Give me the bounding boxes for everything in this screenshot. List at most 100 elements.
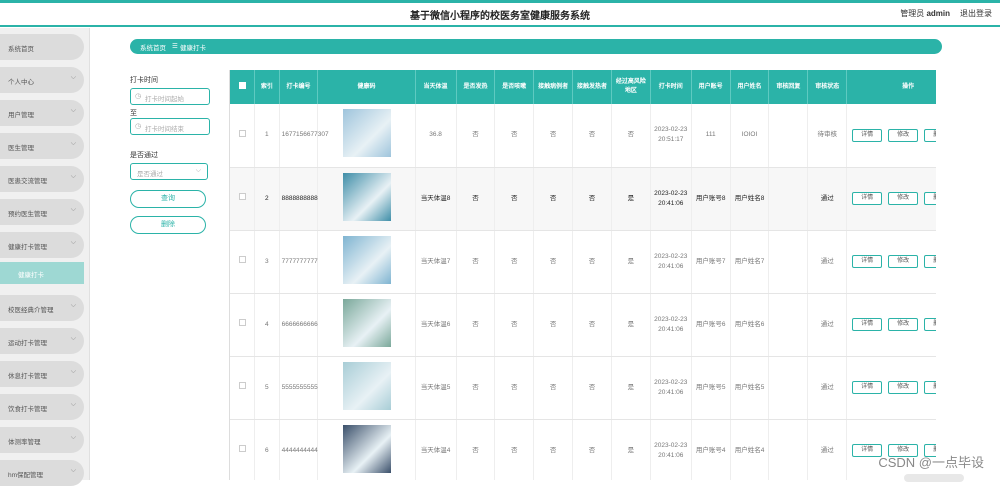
start-time-placeholder: 打卡时间起始 xyxy=(145,96,184,103)
sidebar-item-label: 系统首页 xyxy=(8,46,34,53)
table-cell-reply xyxy=(768,104,809,168)
health-code-image[interactable] xyxy=(342,235,391,284)
table-cell-temp: 当天体温4 xyxy=(415,419,457,480)
edit-button[interactable]: 修改 xyxy=(888,128,919,142)
health-code-image[interactable] xyxy=(342,172,391,221)
table-header-cell: 审核回复 xyxy=(768,70,809,104)
row-checkbox[interactable] xyxy=(230,230,256,294)
row-checkbox[interactable] xyxy=(230,419,256,480)
health-code-cell xyxy=(317,356,416,420)
row-checkbox[interactable] xyxy=(230,293,256,357)
delete-row-button[interactable]: 删除 xyxy=(924,128,936,142)
chevron-down-icon: ⌵ xyxy=(70,368,76,375)
sidebar-item[interactable]: 医患交流管理 ⌵ xyxy=(0,166,84,192)
health-code-image[interactable] xyxy=(342,361,391,410)
table-header-cell: 接触病例者 xyxy=(533,70,574,104)
breadcrumb: 系统首页 ☰ 健康打卡 xyxy=(130,39,942,54)
edit-button[interactable]: 修改 xyxy=(888,318,919,331)
table-header-row: 索引 打卡编号 健康码 当天体温 是否发热 是否咳嗽 接触病例者 接触发热者 经过高风险地区 打卡… xyxy=(230,70,936,104)
logout-link[interactable]: 退出登录 xyxy=(960,8,992,19)
sidebar-item[interactable]: 饮食打卡管理 ⌵ xyxy=(0,394,84,420)
pass-select[interactable]: 是否通过 ⌵ xyxy=(130,163,208,180)
detail-button[interactable]: 详情 xyxy=(852,255,883,268)
table-header-cell: 经过高风险地区 xyxy=(611,70,651,104)
detail-button[interactable]: 详情 xyxy=(852,128,883,142)
sidebar-item[interactable]: hm保配管理 ⌵ xyxy=(0,460,84,486)
row-checkbox[interactable] xyxy=(230,104,256,168)
health-code-image[interactable] xyxy=(342,109,391,158)
table-cell-contact-case: 否 xyxy=(533,104,574,168)
sidebar: 系统首页 个人中心 ⌵ 用户管理 ⌵ 医生管理 ⌵ 医患交流管理 ⌵ 预约医生管理 ⌵ 健康打卡管理 ⌵… xyxy=(0,28,90,486)
sidebar-subitem-label: 健康打卡 xyxy=(18,272,44,279)
sidebar-item[interactable]: 体测率管理 ⌵ xyxy=(0,427,84,453)
chevron-down-icon: ⌵ xyxy=(70,239,76,246)
end-time-placeholder: 打卡时间结束 xyxy=(145,126,184,133)
row-checkbox[interactable] xyxy=(230,356,256,420)
table-row[interactable]: 5 5555555555 当天体温5 否否否否是 2023-02-23 20:41:06… xyxy=(230,356,936,420)
delete-row-button[interactable]: 删除 xyxy=(924,381,936,394)
sidebar-item[interactable]: 健康打卡管理 ⌵ xyxy=(0,232,84,258)
sidebar-item[interactable]: 用户管理 ⌵ xyxy=(0,100,84,126)
delete-row-button[interactable]: 删除 xyxy=(924,318,936,331)
delete-row-button[interactable]: 删除 xyxy=(924,192,936,205)
table-cell-status: 通过 xyxy=(807,167,848,231)
chevron-down-icon: ⌵ xyxy=(70,434,76,441)
detail-button[interactable]: 详情 xyxy=(852,381,883,394)
detail-button[interactable]: 详情 xyxy=(852,318,883,331)
sidebar-item[interactable]: 预约医生管理 ⌵ xyxy=(0,199,84,225)
end-time-input[interactable]: ◷ 打卡时间结束 xyxy=(130,118,210,135)
delete-button[interactable]: 删除 xyxy=(130,216,206,234)
table-cell-temp: 36.8 xyxy=(415,104,457,168)
breadcrumb-separator-icon: ☰ xyxy=(172,43,178,50)
health-code-image[interactable] xyxy=(342,424,391,473)
table-row[interactable]: 4 6666666666 当天体温6 否否否否是 2023-02-23 20:41:06… xyxy=(230,293,936,357)
select-all-checkbox[interactable] xyxy=(230,70,256,104)
sidebar-item[interactable]: 校医经典介管理 ⌵ xyxy=(0,295,84,321)
table-cell-reply xyxy=(768,293,809,357)
table-cell-risk: 是 xyxy=(611,167,651,231)
table-cell-time: 2023-02-23 20:51:17 xyxy=(650,104,692,168)
sidebar-item[interactable]: 休息打卡管理 ⌵ xyxy=(0,361,84,387)
table-cell-reply xyxy=(768,167,809,231)
table-row[interactable]: 6 4444444444 当天体温4 否否否否是 2023-02-23 20:41:06… xyxy=(230,419,936,480)
table-cell-reply xyxy=(768,230,809,294)
sidebar-item[interactable]: 运动打卡管理 ⌵ xyxy=(0,328,84,354)
horizontal-scrollbar[interactable] xyxy=(904,474,964,482)
table-cell-contact-fever: 否 xyxy=(572,419,612,480)
app-title: 基于微信小程序的校医务室健康服务系统 xyxy=(410,11,590,22)
table-header-cell: 用户账号 xyxy=(691,70,731,104)
sidebar-item-label: 预约医生管理 xyxy=(8,211,47,218)
table-row[interactable]: 3 7777777777 当天体温7 否否否否是 2023-02-23 20:41:06… xyxy=(230,230,936,294)
table-cell-account: 用户账号5 xyxy=(691,356,731,420)
breadcrumb-home[interactable]: 系统首页 xyxy=(140,42,166,52)
chevron-down-icon: ⌵ xyxy=(70,467,76,474)
sidebar-item-label: 饮食打卡管理 xyxy=(8,406,47,413)
table-row[interactable]: 1 1677156677307 36.8 否否否否否 2023-02-23 20:51:… xyxy=(230,104,936,168)
table-cell-fever: 否 xyxy=(456,419,496,480)
sidebar-item[interactable]: 医生管理 ⌵ xyxy=(0,133,84,159)
sidebar-item-label: 健康打卡管理 xyxy=(8,244,47,251)
sidebar-item[interactable]: 系统首页 xyxy=(0,34,84,60)
search-button[interactable]: 查询 xyxy=(130,190,206,208)
table-cell-account: 用户账号7 xyxy=(691,230,731,294)
sidebar-subitem-health-checkin[interactable]: 健康打卡 xyxy=(0,262,84,284)
delete-row-button[interactable]: 删除 xyxy=(924,255,936,268)
row-checkbox[interactable] xyxy=(230,167,256,231)
table-cell-contact-case: 否 xyxy=(533,356,574,420)
detail-button[interactable]: 详情 xyxy=(852,192,883,205)
table-cell-reply xyxy=(768,419,809,480)
table-cell-cough: 否 xyxy=(494,293,535,357)
table-cell-risk: 是 xyxy=(611,230,651,294)
table-cell-time: 2023-02-23 20:41:06 xyxy=(650,419,692,480)
table-cell-status: 通过 xyxy=(807,230,848,294)
start-time-input[interactable]: ◷ 打卡时间起始 xyxy=(130,88,210,105)
watermark: CSDN @一点毕设 xyxy=(878,455,984,470)
health-code-cell xyxy=(317,167,416,231)
table-row[interactable]: 2 8888888888 当天体温8 否否否否是 2023-02-23 20:41:06… xyxy=(230,167,936,231)
sidebar-item[interactable]: 个人中心 ⌵ xyxy=(0,67,84,93)
table-cell-account: 用户账号8 xyxy=(691,167,731,231)
edit-button[interactable]: 修改 xyxy=(888,192,919,205)
edit-button[interactable]: 修改 xyxy=(888,381,919,394)
edit-button[interactable]: 修改 xyxy=(888,255,919,268)
health-code-image[interactable] xyxy=(342,298,391,347)
